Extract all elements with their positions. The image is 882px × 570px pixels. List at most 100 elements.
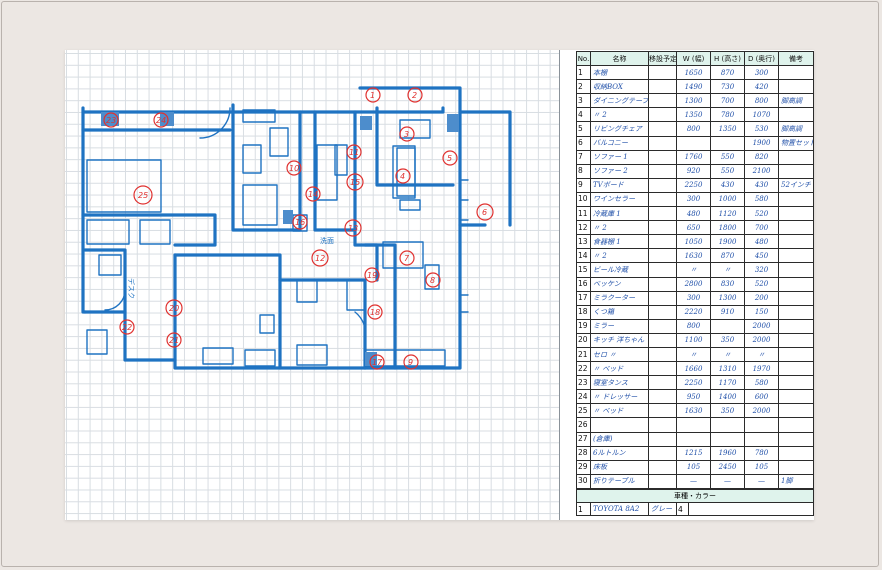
cell-note xyxy=(778,431,814,447)
cell-name: ワインセラー xyxy=(590,191,649,208)
cell-no: 22 xyxy=(576,361,591,377)
cell-no: 9 xyxy=(576,177,591,193)
worksheet: 1 2 3 4 5 6 7 8 9 10 11 12 13 14 15 16 1… xyxy=(65,50,814,520)
cell-width: 300 xyxy=(676,191,711,208)
cell-note xyxy=(778,346,814,363)
cell-width: 1350 xyxy=(676,107,711,123)
cell-note xyxy=(778,403,814,419)
table-row: 21 セロ 〃〃〃〃 xyxy=(576,346,814,363)
cell-width: 1760 xyxy=(676,149,711,165)
cell-plan xyxy=(648,177,677,193)
svg-text:3: 3 xyxy=(404,130,409,139)
cell-plan xyxy=(648,163,677,179)
car-no: 1 xyxy=(576,502,591,516)
cell-no: 28 xyxy=(576,445,591,461)
cell-depth: 530 xyxy=(744,121,779,137)
car-model: TOYOTA 8A2 xyxy=(590,502,649,516)
cell-width: 920 xyxy=(676,163,711,179)
cell-note xyxy=(778,79,814,95)
cell-width: 〃 xyxy=(676,346,711,363)
cell-height: 1300 xyxy=(710,290,745,306)
furniture-table-body: 1本棚16508703002収納BOX14907304203ダイニングテーブル1… xyxy=(576,65,814,489)
cell-plan xyxy=(648,220,677,236)
cell-name: 〃 2 xyxy=(590,248,649,264)
cell-note: 脚高調 xyxy=(778,121,814,137)
cell-height: 730 xyxy=(710,79,745,95)
cell-height: 550 xyxy=(710,163,745,179)
svg-text:19: 19 xyxy=(367,271,377,280)
cell-height xyxy=(710,318,745,334)
cell-note xyxy=(778,234,814,250)
header-width: W (幅) xyxy=(676,50,711,67)
svg-text:11: 11 xyxy=(349,148,359,157)
table-row: 30 折りテーブル — — —1脚 xyxy=(576,473,814,489)
cell-plan xyxy=(648,403,677,419)
cell-no: 12 xyxy=(576,220,591,236)
svg-text:17: 17 xyxy=(372,358,383,367)
table-row: 3ダイニングテーブル1 1300700800脚高調 xyxy=(576,93,814,109)
svg-text:6: 6 xyxy=(482,208,487,217)
cell-no: 25 xyxy=(576,403,591,419)
table-row: 2 収納BOX 1490 730 420 xyxy=(576,79,814,95)
cell-name: 〃 2 xyxy=(590,220,649,236)
cell-no: 8 xyxy=(576,163,591,179)
table-row: 26 xyxy=(576,417,814,433)
cell-plan xyxy=(648,473,677,489)
cell-no: 20 xyxy=(576,332,591,348)
cell-plan xyxy=(648,206,677,222)
cell-plan xyxy=(648,375,677,391)
cell-height: 430 xyxy=(710,177,745,193)
header-plan: 移設予定 xyxy=(648,50,677,67)
cell-width xyxy=(676,417,711,433)
furniture-table: No. 名称 移設予定 W (幅) H (高さ) D (奥行) 備考 1 本棚 16… xyxy=(576,50,814,489)
cell-plan xyxy=(648,445,677,461)
svg-text:23: 23 xyxy=(106,116,116,125)
cell-plan xyxy=(648,248,677,264)
cell-name: セロ 〃 xyxy=(590,346,649,363)
cell-name: キッチ 洋ちゃん xyxy=(590,332,649,348)
cell-width: 1650 xyxy=(676,65,711,81)
svg-text:9: 9 xyxy=(408,358,413,367)
cell-width: 〃 xyxy=(676,262,711,278)
cell-depth: 430 xyxy=(744,177,779,193)
table-row: 25 〃 ベッド 1630 350 2000 xyxy=(576,403,814,419)
cell-plan xyxy=(648,459,677,475)
cell-note xyxy=(778,262,814,278)
cell-no: 14 xyxy=(576,248,591,264)
cell-note xyxy=(778,445,814,461)
cell-height: 1960 xyxy=(710,445,745,461)
table-row: 11 冷蔵庫 1 480 1120 520 xyxy=(576,206,814,222)
cell-depth: 2000 xyxy=(744,403,779,419)
cell-plan xyxy=(648,191,677,208)
cell-height: — xyxy=(710,473,745,489)
closet-label: 洗面 xyxy=(320,236,334,245)
cell-name: 折りテーブル xyxy=(590,473,649,489)
cell-height: 870 xyxy=(710,248,745,264)
cell-height: 1170 xyxy=(710,375,745,391)
cell-plan xyxy=(648,431,677,447)
svg-text:25: 25 xyxy=(138,191,148,200)
svg-text:2: 2 xyxy=(412,91,417,100)
floor-plan-sketch: 1 2 3 4 5 6 7 8 9 10 11 12 13 14 15 16 1… xyxy=(81,86,512,370)
cell-width: 800 xyxy=(676,318,711,334)
cell-name: 〃 ベッド xyxy=(590,361,649,377)
cell-note: 1脚 xyxy=(778,473,814,489)
cell-height xyxy=(710,135,745,151)
header-depth: D (奥行) xyxy=(744,50,779,67)
cell-plan xyxy=(648,79,677,95)
svg-text:15: 15 xyxy=(350,178,360,187)
table-row: 15 ビール冷蔵〃〃 320 xyxy=(576,262,814,278)
cell-note xyxy=(778,417,814,433)
cell-width: 300 xyxy=(676,290,711,306)
cell-height: 550 xyxy=(710,149,745,165)
cell-depth: 1070 xyxy=(744,107,779,123)
cell-note: 脚高調 xyxy=(778,93,814,109)
svg-text:24: 24 xyxy=(156,116,166,125)
cell-depth: 150 xyxy=(744,304,779,320)
car-table-body: 1 TOYOTA 8A2 グレー 4 xyxy=(576,502,814,516)
cell-height: 780 xyxy=(710,107,745,123)
cell-note: 物置セット xyxy=(778,135,814,151)
floor-plan-grid: 1 2 3 4 5 6 7 8 9 10 11 12 13 14 15 16 1… xyxy=(65,50,560,520)
table-row: 20 キッチ 洋ちゃん 1100 350 2000 xyxy=(576,332,814,348)
cell-no: 7 xyxy=(576,149,591,165)
